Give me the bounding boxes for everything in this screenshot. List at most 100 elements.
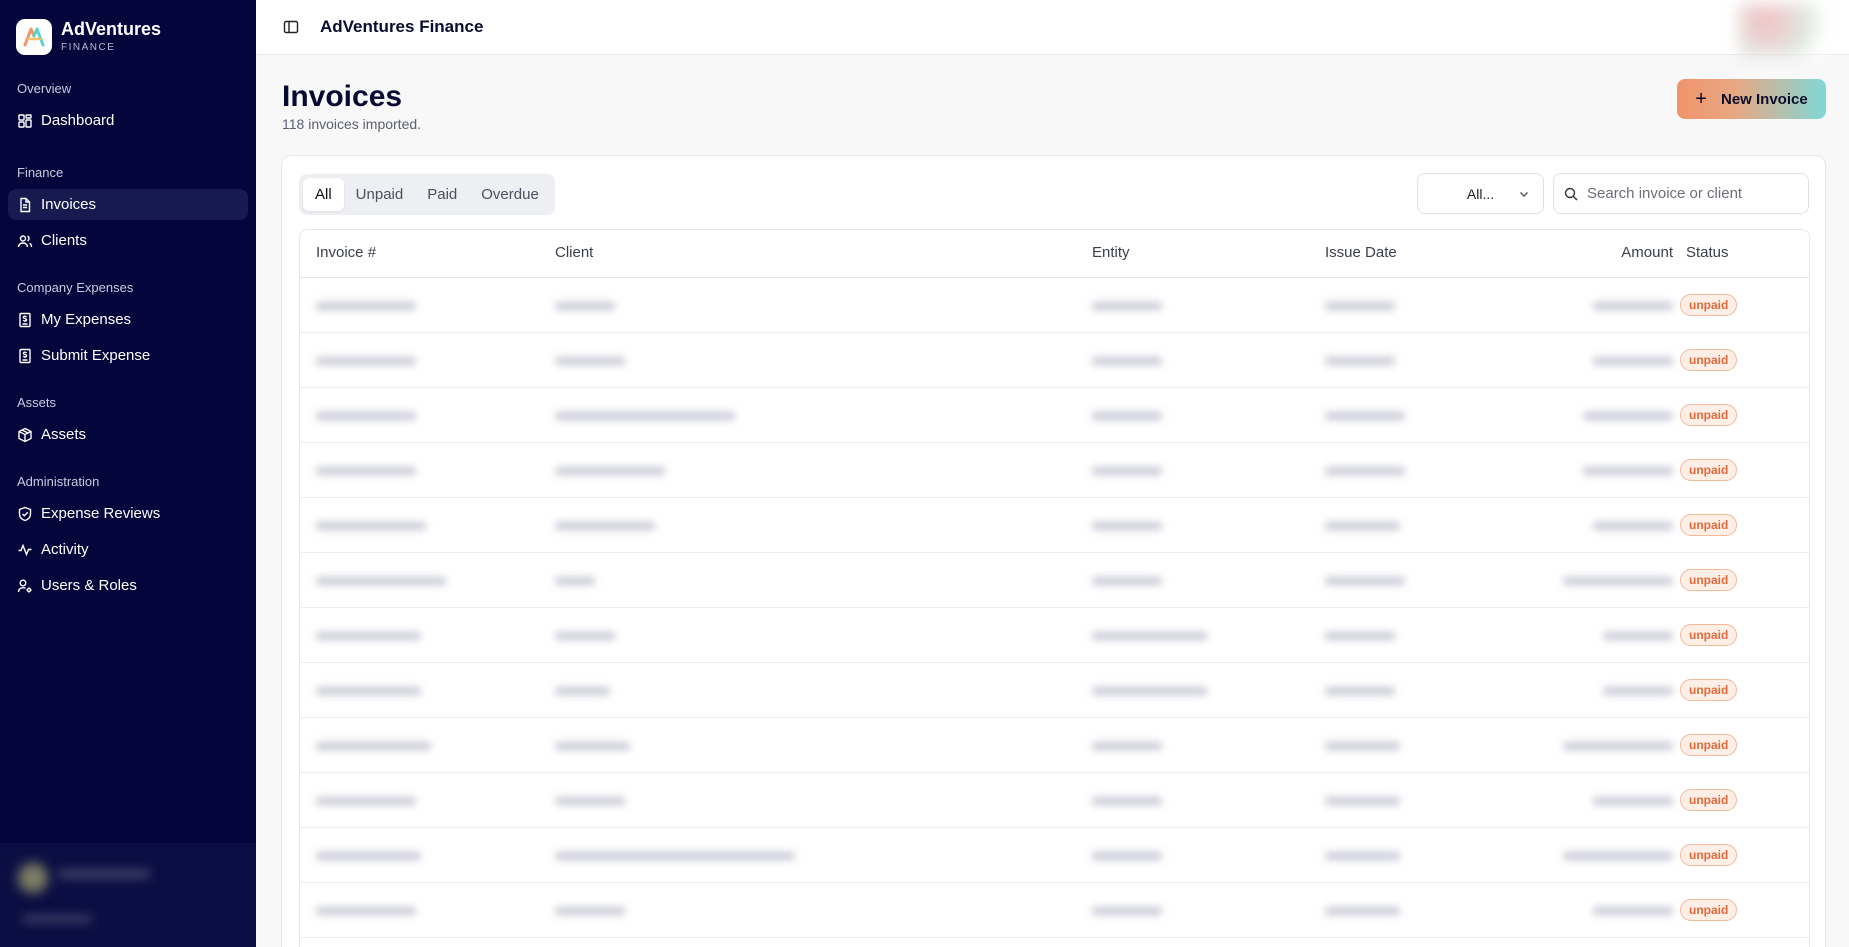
tab-overdue[interactable]: Overdue bbox=[469, 178, 551, 211]
status-badge: unpaid bbox=[1680, 404, 1738, 426]
sidebar-item-assets[interactable]: Assets bbox=[8, 419, 248, 450]
entity-cell bbox=[1092, 467, 1162, 475]
entity-cell bbox=[1092, 852, 1162, 860]
sidebar-item-dashboard[interactable]: Dashboard bbox=[8, 105, 248, 136]
entity-select-value: All... bbox=[1466, 185, 1495, 202]
column-header-issue-date[interactable]: Issue Date bbox=[1325, 244, 1397, 261]
invoice-number-cell bbox=[316, 907, 416, 915]
table-row[interactable]: unpaid bbox=[300, 828, 1809, 883]
table-row[interactable]: unpaid bbox=[300, 333, 1809, 388]
sidebar-item-clients[interactable]: Clients bbox=[8, 225, 248, 256]
invoice-number-cell bbox=[316, 302, 416, 310]
table-row[interactable]: unpaid bbox=[300, 883, 1809, 938]
column-header-status[interactable]: Status bbox=[1686, 244, 1729, 261]
column-header-client[interactable]: Client bbox=[555, 244, 593, 261]
brand[interactable]: AdVentures FINANCE bbox=[0, 0, 256, 60]
entity-cell bbox=[1092, 907, 1162, 915]
receipt-icon bbox=[19, 312, 31, 327]
amount-cell bbox=[1593, 522, 1673, 530]
table-row[interactable]: unpaid bbox=[300, 718, 1809, 773]
table-row[interactable]: unpaid bbox=[300, 278, 1809, 333]
amount-cell bbox=[1563, 852, 1673, 860]
status-badge: unpaid bbox=[1680, 569, 1738, 591]
file-icon bbox=[20, 197, 31, 212]
invoice-number-cell bbox=[316, 412, 416, 420]
search-box[interactable] bbox=[1553, 173, 1809, 214]
nav-group-administration: Administration Expense Reviews Activity … bbox=[0, 472, 256, 601]
user-profile-area[interactable] bbox=[0, 843, 256, 947]
sidebar-item-label: Dashboard bbox=[41, 112, 115, 129]
sidebar: AdVentures FINANCE Overview Dashboard Fi… bbox=[0, 0, 256, 947]
status-badge: unpaid bbox=[1680, 294, 1738, 316]
sidebar-toggle-button[interactable] bbox=[279, 15, 303, 39]
table-row[interactable]: unpaid bbox=[300, 663, 1809, 718]
blurred-user-name bbox=[58, 869, 150, 879]
status-badge: unpaid bbox=[1680, 899, 1738, 921]
client-cell bbox=[555, 577, 595, 585]
sidebar-item-submit-expense[interactable]: Submit Expense bbox=[8, 340, 248, 371]
entity-select[interactable]: All... bbox=[1417, 173, 1544, 214]
shield-check-icon bbox=[18, 506, 32, 521]
column-header-amount[interactable]: Amount bbox=[1600, 244, 1673, 261]
tab-all[interactable]: All bbox=[303, 178, 344, 211]
status-filter-tabs: All Unpaid Paid Overdue bbox=[299, 174, 555, 215]
sidebar-item-label: Submit Expense bbox=[41, 347, 151, 364]
table-row[interactable]: unpaid bbox=[300, 388, 1809, 443]
nav-label-overview: Overview bbox=[17, 81, 72, 96]
invoice-number-cell bbox=[316, 357, 416, 365]
search-input[interactable] bbox=[1587, 185, 1787, 202]
entity-cell bbox=[1092, 412, 1162, 420]
blurred-account-widget[interactable] bbox=[1739, 4, 1829, 56]
sidebar-item-users-roles[interactable]: Users & Roles bbox=[8, 570, 248, 601]
invoices-table: Invoice # Client Entity Issue Date Amoun… bbox=[299, 229, 1810, 947]
invoice-number-cell bbox=[316, 522, 426, 530]
box-icon bbox=[18, 427, 32, 442]
client-cell bbox=[555, 687, 610, 695]
tab-unpaid[interactable]: Unpaid bbox=[344, 178, 416, 211]
amount-cell bbox=[1583, 467, 1673, 475]
entity-cell bbox=[1092, 797, 1162, 805]
dashboard-icon bbox=[18, 113, 32, 128]
nav-label-company-expenses: Company Expenses bbox=[17, 280, 134, 295]
client-cell bbox=[555, 742, 630, 750]
status-badge: unpaid bbox=[1680, 459, 1738, 481]
sidebar-item-expense-reviews[interactable]: Expense Reviews bbox=[8, 498, 248, 529]
column-header-entity[interactable]: Entity bbox=[1092, 244, 1130, 261]
entity-cell bbox=[1092, 742, 1162, 750]
issue-date-cell bbox=[1325, 357, 1395, 365]
amount-cell bbox=[1593, 302, 1673, 310]
client-cell bbox=[555, 797, 625, 805]
table-row[interactable]: unpaid bbox=[300, 498, 1809, 553]
issue-date-cell bbox=[1325, 907, 1400, 915]
table-row[interactable]: unpaid bbox=[300, 443, 1809, 498]
brand-logo-icon bbox=[16, 18, 52, 55]
status-badge: unpaid bbox=[1680, 844, 1738, 866]
client-cell bbox=[555, 302, 615, 310]
sidebar-item-activity[interactable]: Activity bbox=[8, 534, 248, 565]
new-invoice-button[interactable]: + New Invoice bbox=[1677, 79, 1826, 119]
table-row[interactable]: unpaid bbox=[300, 553, 1809, 608]
sidebar-item-my-expenses[interactable]: My Expenses bbox=[8, 304, 248, 335]
status-badge: unpaid bbox=[1680, 789, 1738, 811]
entity-cell bbox=[1092, 577, 1162, 585]
page-subtitle: 118 invoices imported. bbox=[282, 116, 422, 132]
table-row[interactable]: unpaid bbox=[300, 608, 1809, 663]
nav-group-company-expenses: Company Expenses My Expenses Submit Expe… bbox=[0, 278, 256, 371]
client-cell bbox=[555, 467, 665, 475]
amount-cell bbox=[1563, 577, 1673, 585]
invoices-card: All Unpaid Paid Overdue All... Invoice #… bbox=[281, 155, 1826, 947]
amount-cell bbox=[1563, 742, 1673, 750]
column-header-invoice-number[interactable]: Invoice # bbox=[316, 244, 376, 261]
issue-date-cell bbox=[1325, 797, 1400, 805]
sidebar-toggle-icon bbox=[283, 20, 299, 34]
table-row[interactable]: unpaid bbox=[300, 773, 1809, 828]
entity-cell bbox=[1092, 357, 1162, 365]
receipt-icon bbox=[19, 348, 31, 363]
sidebar-item-invoices[interactable]: Invoices bbox=[8, 189, 248, 220]
user-cog-icon bbox=[17, 579, 32, 593]
invoice-number-cell bbox=[316, 852, 421, 860]
nav-group-overview: Overview Dashboard bbox=[0, 79, 256, 136]
plus-icon: + bbox=[1695, 88, 1707, 110]
tab-paid[interactable]: Paid bbox=[415, 178, 469, 211]
invoice-number-cell bbox=[316, 577, 446, 585]
